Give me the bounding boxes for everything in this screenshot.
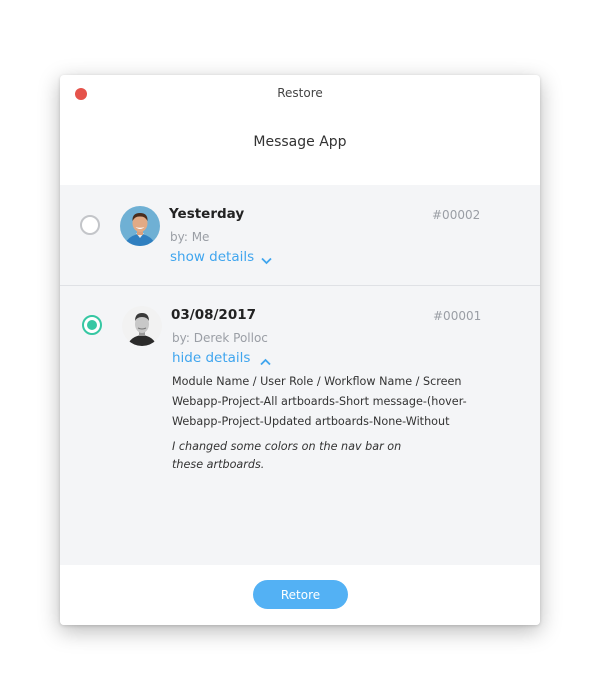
entry-author: by: Me bbox=[170, 230, 210, 244]
version-radio-selected[interactable] bbox=[82, 315, 102, 335]
chevron-down-icon bbox=[261, 253, 272, 265]
show-details-toggle[interactable]: show details bbox=[170, 249, 272, 265]
detail-line: Webapp-Project-All artboards-Short messa… bbox=[172, 395, 467, 408]
chevron-up-icon bbox=[260, 354, 272, 366]
restore-button[interactable]: Retore bbox=[253, 580, 348, 609]
window-title: Restore bbox=[277, 86, 323, 100]
app-title: Message App bbox=[253, 134, 347, 150]
entry-date: 03/08/2017 bbox=[171, 307, 257, 323]
footer: Retore bbox=[60, 565, 540, 625]
entry-author: by: Derek Polloc bbox=[172, 331, 268, 345]
version-entry[interactable]: 03/08/2017 #00001 by: Derek Polloc hide … bbox=[60, 286, 540, 565]
entry-id: #00001 bbox=[433, 309, 482, 323]
change-note: I changed some colors on the nav bar on … bbox=[172, 440, 402, 471]
entry-id: #00002 bbox=[432, 208, 481, 222]
version-entry[interactable]: Yesterday #00002 by: Me show details bbox=[60, 185, 540, 286]
restore-window: Restore Message App Yesterday #00002 by:… bbox=[60, 75, 540, 625]
detail-line: Module Name / User Role / Workflow Name … bbox=[172, 375, 462, 388]
avatar bbox=[120, 206, 160, 246]
hide-details-toggle[interactable]: hide details bbox=[172, 350, 272, 366]
entry-date: Yesterday bbox=[169, 206, 245, 222]
version-list: Yesterday #00002 by: Me show details 03/… bbox=[60, 185, 540, 565]
toggle-label: show details bbox=[170, 249, 255, 265]
title-bar: Restore bbox=[60, 75, 540, 113]
toggle-label: hide details bbox=[172, 350, 251, 366]
detail-line: Webapp-Project-Updated artboards-None-Wi… bbox=[172, 415, 450, 428]
version-radio[interactable] bbox=[80, 215, 100, 235]
avatar bbox=[122, 306, 162, 346]
